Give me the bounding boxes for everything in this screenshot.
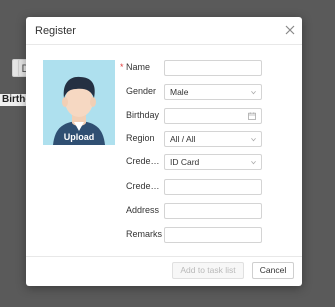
gender-value: Male — [170, 87, 189, 97]
credential-number-row: Credenti... — [126, 179, 296, 196]
credential-type-value: ID Card — [170, 157, 200, 167]
gender-label: Gender — [126, 86, 157, 96]
close-icon[interactable] — [284, 24, 296, 36]
remarks-row: Remarks — [126, 227, 296, 244]
chevron-down-icon — [251, 161, 256, 165]
gender-select[interactable]: Male — [164, 84, 262, 100]
birthday-label: Birthday — [126, 110, 160, 120]
background-birthday-label: Birthd — [0, 94, 28, 106]
dialog-footer: Add to task list Cancel — [26, 256, 302, 286]
credential-number-label: Credenti... — [126, 181, 160, 191]
credential-type-select[interactable]: ID Card — [164, 154, 262, 170]
name-label: Name — [126, 62, 151, 72]
gender-row: Gender Male — [126, 84, 296, 101]
credential-number-input[interactable] — [164, 179, 262, 195]
avatar-upload[interactable]: Upload — [43, 60, 115, 145]
dialog-header: Register — [26, 17, 302, 45]
region-label: Region — [126, 133, 155, 143]
upload-label: Upload — [63, 132, 95, 142]
region-row: Region All / All — [126, 131, 296, 148]
region-value: All / All — [170, 134, 196, 144]
remarks-label: Remarks — [126, 229, 163, 239]
address-label: Address — [126, 205, 160, 215]
chevron-down-icon — [251, 91, 256, 95]
cancel-button[interactable]: Cancel — [252, 262, 294, 279]
birthday-input[interactable] — [164, 108, 262, 124]
dialog-title: Register — [35, 25, 76, 37]
calendar-icon — [248, 112, 256, 120]
remarks-input[interactable] — [164, 227, 262, 243]
credential-type-label: Credenti... — [126, 156, 160, 166]
add-to-task-list-button[interactable]: Add to task list — [172, 262, 244, 279]
register-dialog: Register Upload * Name Gender Male Birth… — [26, 17, 302, 286]
name-row: * Name — [120, 60, 296, 77]
address-row: Address — [126, 203, 296, 220]
credential-type-row: Credenti... ID Card — [126, 154, 296, 171]
address-input[interactable] — [164, 203, 262, 219]
birthday-row: Birthday — [126, 108, 296, 125]
chevron-down-icon — [251, 138, 256, 142]
name-input[interactable] — [164, 60, 262, 76]
required-marker: * — [120, 62, 124, 72]
region-select[interactable]: All / All — [164, 131, 262, 147]
